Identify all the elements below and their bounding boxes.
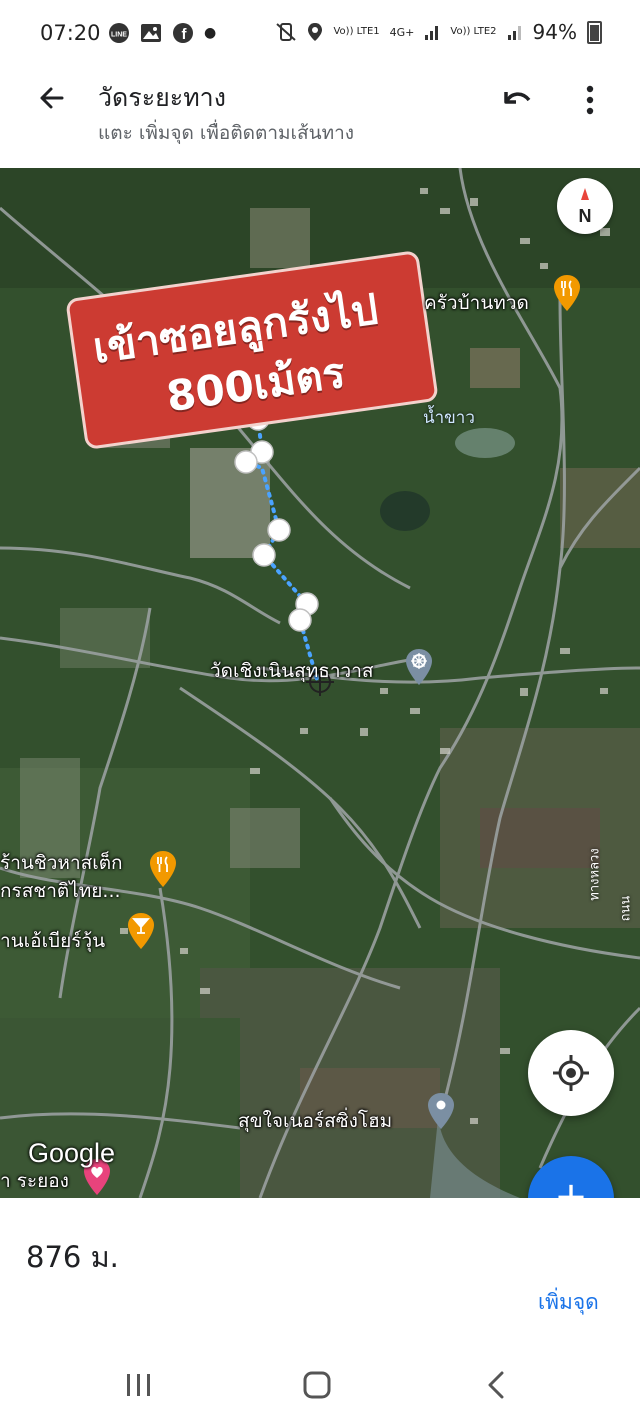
net-4g-text: 4G+ bbox=[389, 25, 415, 39]
status-time: 07:20 bbox=[40, 21, 101, 45]
undo-icon bbox=[504, 92, 531, 104]
place-label-steak[interactable]: ร้านชิวหาสเต็ก bbox=[0, 848, 123, 878]
satellite-map[interactable]: N เข้าซอยลูกรังไป 800เม้ตร ครัวบ้านทวด น… bbox=[0, 168, 640, 1198]
road-label-road: ถนน bbox=[618, 895, 634, 922]
restaurant-icon[interactable] bbox=[552, 274, 582, 312]
battery-percent: 94% bbox=[532, 20, 577, 44]
undo-button[interactable] bbox=[496, 80, 536, 116]
battery-icon bbox=[587, 20, 602, 44]
lte1-text: Vo)) LTE1 bbox=[333, 26, 380, 37]
svg-text:LINE: LINE bbox=[111, 32, 127, 39]
facebook-icon: f bbox=[173, 23, 193, 43]
add-point-button[interactable]: เพิ่มจุด bbox=[538, 1286, 599, 1319]
location-icon bbox=[308, 23, 323, 41]
place-label-kruaban[interactable]: ครัวบ้านทวด bbox=[424, 288, 529, 318]
location-pin-icon[interactable] bbox=[426, 1092, 456, 1130]
annotation-banner: เข้าซอยลูกรังไป 800เม้ตร bbox=[65, 249, 439, 451]
compass-north-label: N bbox=[578, 206, 592, 226]
more-options-button[interactable] bbox=[575, 80, 605, 120]
measure-panel: 876 ม. เพิ่มจุด bbox=[0, 1198, 640, 1338]
lte1-indicator: Vo)) LTE1 bbox=[333, 27, 379, 37]
system-icons: Vo)) LTE1 4G+ Vo)) LTE2 94% bbox=[275, 20, 602, 44]
temple-icon[interactable] bbox=[404, 648, 434, 686]
recent-apps-icon[interactable] bbox=[124, 1372, 154, 1398]
status-bar: 07:20 LINE f ● Vo)) LTE1 4G+ Vo)) LTE2 9… bbox=[0, 0, 640, 70]
place-label-rayong[interactable]: า ระยอง bbox=[0, 1166, 69, 1196]
app-header: วัดระยะทาง แตะ เพิ่มจุด เพื่อติดตามเส้นท… bbox=[0, 70, 640, 168]
distance-readout: 876 ม. bbox=[26, 1240, 119, 1274]
compass-button[interactable]: N bbox=[557, 178, 613, 234]
lte2-text: Vo)) LTE2 bbox=[450, 26, 497, 37]
signal-lte1-icon bbox=[425, 26, 439, 40]
more-vert-icon bbox=[586, 85, 594, 115]
back-button[interactable] bbox=[32, 78, 72, 118]
water-label: น้ำขาว bbox=[423, 408, 475, 428]
road-label-highway: ทางหลวง bbox=[587, 848, 603, 901]
google-logo: Google bbox=[28, 1138, 116, 1168]
place-label-beer[interactable]: านเอ้เบียร์วุ้น bbox=[0, 926, 105, 956]
back-icon[interactable] bbox=[484, 1370, 508, 1400]
lte2-indicator: Vo)) LTE2 bbox=[450, 27, 496, 37]
arrow-back-icon bbox=[40, 87, 64, 109]
my-location-button[interactable] bbox=[528, 1030, 614, 1116]
home-icon[interactable] bbox=[302, 1370, 332, 1400]
place-label-nursing-home[interactable]: สุขใจเนอร์สซิ่งโฮม bbox=[238, 1106, 392, 1136]
notification-icons: LINE f ● bbox=[108, 22, 216, 44]
plus-icon: + bbox=[554, 1174, 588, 1198]
system-nav-bar bbox=[0, 1338, 640, 1422]
my-location-icon bbox=[553, 1055, 589, 1091]
dot-icon: ● bbox=[204, 25, 217, 41]
place-label-temple[interactable]: วัดเชิงเนินสุทธาวาส bbox=[210, 656, 373, 686]
place-label-steak-line2[interactable]: กรสชาติไทย... bbox=[0, 876, 121, 906]
image-icon bbox=[141, 24, 161, 42]
line-icon: LINE bbox=[109, 23, 129, 43]
signal-lte2-icon bbox=[507, 26, 521, 40]
restaurant-icon[interactable] bbox=[148, 850, 178, 888]
mute-vibrate-icon bbox=[276, 23, 297, 41]
bar-icon[interactable] bbox=[126, 912, 156, 950]
page-title: วัดระยะทาง bbox=[98, 83, 226, 112]
page-subtitle: แตะ เพิ่มจุด เพื่อติดตามเส้นทาง bbox=[98, 122, 355, 144]
